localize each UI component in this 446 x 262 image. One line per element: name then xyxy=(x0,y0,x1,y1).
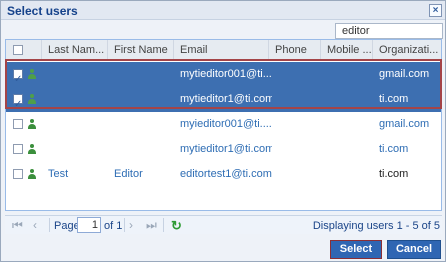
cell-organization[interactable]: gmail.com xyxy=(379,112,439,137)
table-row[interactable]: mytieditor1@ti.com ti.com xyxy=(6,137,441,162)
cell-phone xyxy=(275,112,319,137)
cell-phone xyxy=(275,162,319,187)
user-icon xyxy=(27,169,37,179)
dialog-titlebar: Select users × xyxy=(1,1,445,20)
displaying-users-text: Displaying users 1 - 5 of 5 xyxy=(312,220,440,232)
row-checkbox[interactable] xyxy=(13,119,23,129)
cell-last-name[interactable]: Test xyxy=(48,162,108,187)
selected-rows-outline xyxy=(5,59,442,109)
cell-email[interactable]: mytieditor1@ti.com xyxy=(180,137,272,162)
column-header-last-name[interactable]: Last Nam... xyxy=(42,40,108,60)
header-icon-column xyxy=(27,40,42,60)
pager-separator xyxy=(163,218,164,232)
cell-organization: ti.com xyxy=(379,168,409,180)
page-of-label: of 1 xyxy=(104,220,123,232)
close-icon[interactable]: × xyxy=(429,4,442,17)
grid-header: Last Nam... First Name Email Phone Mobil… xyxy=(6,40,441,61)
cell-first-name xyxy=(114,137,174,162)
cell-organization[interactable]: ti.com xyxy=(379,137,439,162)
cell-first-name[interactable]: Editor xyxy=(114,162,174,187)
row-checkbox[interactable] xyxy=(13,144,23,154)
search-input[interactable] xyxy=(335,23,434,39)
cancel-button[interactable]: Cancel xyxy=(387,240,441,259)
page-number-input[interactable] xyxy=(77,217,101,233)
cell-mobile xyxy=(327,162,371,187)
user-icon xyxy=(27,144,37,154)
cell-email[interactable]: editortest1@ti.com xyxy=(180,162,272,187)
last-page-icon[interactable]: ⏭ xyxy=(146,218,157,232)
cell-phone xyxy=(275,137,319,162)
column-header-organization[interactable]: Organizati... xyxy=(373,40,441,60)
column-header-mobile[interactable]: Mobile ... xyxy=(321,40,373,60)
cell-last-name xyxy=(48,112,108,137)
search-clear-button[interactable] xyxy=(433,23,443,39)
cell-first-name xyxy=(114,112,174,137)
row-checkbox[interactable] xyxy=(13,169,23,179)
next-page-icon[interactable]: › xyxy=(129,218,133,232)
first-page-icon[interactable]: ⏮ xyxy=(12,218,23,232)
cell-email[interactable]: myieditor001@ti.... xyxy=(180,112,272,137)
column-header-email[interactable]: Email xyxy=(174,40,269,60)
refresh-icon[interactable]: ↻ xyxy=(171,218,182,234)
pager-separator xyxy=(124,218,125,232)
select-users-dialog: Select users × Last Nam... First Name Em… xyxy=(0,0,446,262)
dialog-title: Select users xyxy=(7,4,78,18)
column-header-first-name[interactable]: First Name xyxy=(108,40,174,60)
cell-last-name xyxy=(48,137,108,162)
pager-separator xyxy=(49,218,50,232)
select-button[interactable]: Select xyxy=(330,240,382,259)
cell-mobile xyxy=(327,137,371,162)
select-all-checkbox[interactable] xyxy=(13,45,23,55)
user-icon xyxy=(27,119,37,129)
grid-pager: ⏮ ‹ Page of 1 › ⏭ ↻ Displaying users 1 -… xyxy=(5,215,442,234)
prev-page-icon[interactable]: ‹ xyxy=(33,218,37,232)
table-row[interactable]: myieditor001@ti.... gmail.com xyxy=(6,112,441,137)
page-label: Page xyxy=(54,220,80,232)
table-row[interactable]: Test Editor editortest1@ti.com ti.com xyxy=(6,162,441,187)
cell-mobile xyxy=(327,112,371,137)
column-header-phone[interactable]: Phone xyxy=(269,40,321,60)
